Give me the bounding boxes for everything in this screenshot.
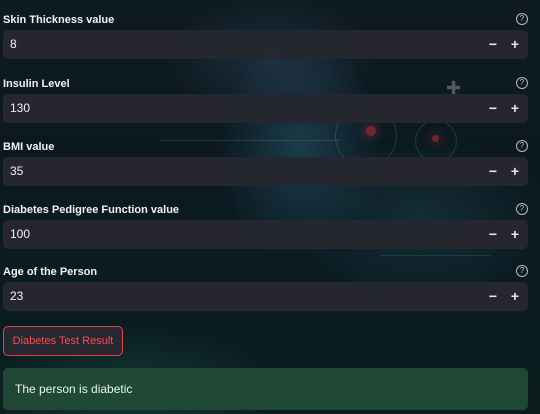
success-alert: The person is diabetic (3, 368, 528, 410)
age-input[interactable]: 23 − + (3, 282, 528, 311)
field-label: Skin Thickness value (3, 14, 115, 26)
increment-button[interactable]: + (504, 157, 526, 186)
help-circle-icon[interactable]: ? (516, 140, 528, 152)
help-circle-icon[interactable]: ? (516, 265, 528, 277)
decrement-button[interactable]: − (482, 30, 504, 59)
field-label: Insulin Level (3, 78, 70, 90)
result-message: The person is diabetic (15, 382, 133, 396)
help-circle-icon[interactable]: ? (516, 13, 528, 25)
field-label: BMI value (3, 141, 55, 153)
input-value[interactable]: 8 (10, 30, 17, 59)
decrement-button[interactable]: − (482, 220, 504, 249)
input-value[interactable]: 23 (10, 282, 23, 311)
decrement-button[interactable]: − (482, 282, 504, 311)
increment-button[interactable]: + (504, 282, 526, 311)
input-value[interactable]: 100 (10, 220, 30, 249)
diabetes-test-result-button[interactable]: Diabetes Test Result (3, 326, 123, 356)
background-line-decoration (380, 255, 490, 256)
field-label: Age of the Person (3, 266, 98, 278)
skin-thickness-input[interactable]: 8 − + (3, 30, 528, 59)
decrement-button[interactable]: − (482, 94, 504, 123)
decrement-button[interactable]: − (482, 157, 504, 186)
bmi-input[interactable]: 35 − + (3, 157, 528, 186)
field-label: Diabetes Pedigree Function value (3, 204, 180, 216)
increment-button[interactable]: + (504, 30, 526, 59)
background-circle-decoration (415, 120, 457, 162)
input-value[interactable]: 35 (10, 157, 23, 186)
background-red-light (432, 135, 439, 142)
input-value[interactable]: 130 (10, 94, 30, 123)
increment-button[interactable]: + (504, 94, 526, 123)
help-circle-icon[interactable]: ? (516, 77, 528, 89)
help-circle-icon[interactable]: ? (516, 203, 528, 215)
increment-button[interactable]: + (504, 220, 526, 249)
diabetes-pedigree-input[interactable]: 100 − + (3, 220, 528, 249)
background-red-light (366, 126, 376, 136)
insulin-level-input[interactable]: 130 − + (3, 94, 528, 123)
background-line-decoration (160, 140, 340, 141)
